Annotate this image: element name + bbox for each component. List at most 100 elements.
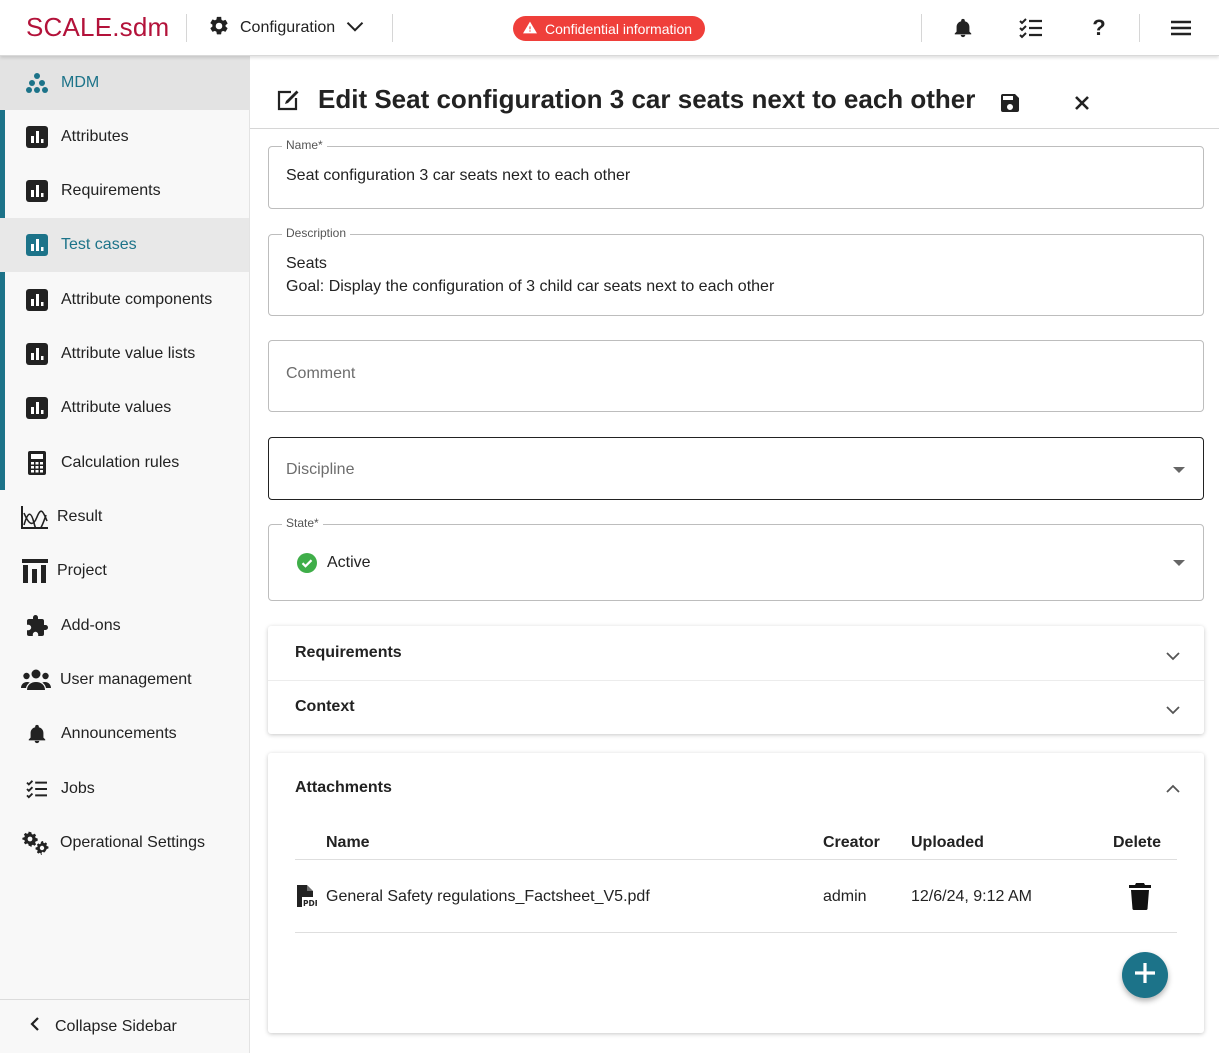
column-header-name[interactable]: Name: [326, 834, 370, 852]
bell-icon: [25, 722, 49, 746]
divider: [186, 14, 187, 42]
comment-placeholder: Comment: [286, 365, 356, 382]
requirements-section-header[interactable]: Requirements: [268, 626, 1204, 680]
sidebar-item-label: Attribute components: [61, 291, 213, 308]
sidebar-item-attributes[interactable]: Attributes: [0, 110, 249, 164]
sidebar-item-calculation-rules[interactable]: Calculation rules: [0, 436, 249, 490]
plus-icon: [1133, 961, 1157, 990]
top-bar: SCALE.sdm Configuration Confidential inf…: [0, 0, 1219, 56]
svg-text:PDF: PDF: [303, 899, 317, 907]
sidebar-item-label: User management: [60, 671, 192, 688]
page-header: Edit Seat configuration 3 car seats next…: [250, 56, 1219, 129]
sidebar-item-label: Project: [57, 562, 107, 579]
discipline-select[interactable]: Discipline: [268, 437, 1204, 500]
columns-chart-icon: [21, 559, 49, 583]
sidebar-item-requirements[interactable]: Requirements: [0, 164, 249, 218]
help-icon[interactable]: ?: [1087, 15, 1111, 40]
sidebar-item-mdm[interactable]: MDM: [0, 56, 249, 110]
calculator-icon: [25, 451, 49, 475]
configuration-menu-button[interactable]: Configuration: [208, 14, 365, 42]
sidebar-item-label: Announcements: [61, 725, 177, 742]
confidential-badge: Confidential information: [513, 16, 706, 41]
column-header-delete: Delete: [1113, 834, 1162, 851]
name-field-label: Name*: [282, 138, 327, 152]
sidebar-item-label: Operational Settings: [60, 834, 205, 851]
column-header-uploaded[interactable]: Uploaded: [911, 834, 984, 852]
sidebar-item-label: Test cases: [61, 236, 137, 253]
sidebar-item-attribute-value-lists[interactable]: Attribute value lists: [0, 327, 249, 381]
close-icon[interactable]: [1073, 94, 1091, 117]
attachment-uploaded: 12/6/24, 9:12 AM: [911, 888, 1032, 905]
description-field[interactable]: Description Seats Goal: Display the conf…: [268, 226, 1204, 316]
attachments-section-header[interactable]: Attachments: [268, 761, 1204, 815]
sidebar-item-label: Result: [57, 508, 103, 525]
section-title: Requirements: [295, 644, 402, 661]
chevron-down-icon: [1166, 648, 1180, 666]
sidebar-item-label: Requirements: [61, 182, 161, 199]
sidebar-item-announcements[interactable]: Announcements: [0, 707, 249, 761]
table-row-divider: [295, 932, 1177, 933]
chevron-up-icon: [1166, 781, 1180, 799]
sidebar-item-attribute-values[interactable]: Attribute values: [0, 381, 249, 435]
sidebar-item-operational-settings[interactable]: Operational Settings: [0, 816, 249, 870]
bar-chart-icon: [25, 396, 49, 420]
sidebar-item-add-ons[interactable]: Add-ons: [0, 599, 249, 653]
trash-icon[interactable]: [1129, 883, 1151, 915]
save-icon[interactable]: [1000, 93, 1020, 118]
bar-chart-icon: [25, 342, 49, 366]
chevron-down-icon: [1166, 702, 1180, 720]
column-header-creator[interactable]: Creator: [823, 834, 880, 852]
sidebar-item-label: MDM: [61, 74, 100, 91]
divider: [921, 14, 922, 42]
description-line: Seats: [286, 255, 327, 272]
divider: [1139, 14, 1140, 42]
collapse-sidebar-button[interactable]: Collapse Sidebar: [0, 999, 249, 1053]
sidebar-item-jobs[interactable]: Jobs: [0, 762, 249, 816]
sidebar-item-result[interactable]: Result: [0, 490, 249, 544]
sidebar-item-label: Calculation rules: [61, 454, 180, 471]
checklist-icon[interactable]: [1019, 16, 1043, 40]
bar-chart-icon: [25, 288, 49, 312]
sections-card: Requirements Context: [268, 626, 1204, 734]
state-value: Active: [327, 554, 371, 571]
sidebar-item-attribute-components[interactable]: Attribute components: [0, 273, 249, 327]
page-title: Edit Seat configuration 3 car seats next…: [318, 84, 976, 114]
chevron-left-icon: [29, 1016, 41, 1037]
sidebar-item-user-management[interactable]: User management: [0, 653, 249, 707]
warning-icon: [523, 21, 545, 37]
hamburger-menu-icon[interactable]: [1169, 16, 1193, 40]
waveform-icon: [21, 505, 49, 529]
users-icon: [21, 668, 51, 692]
add-attachment-button[interactable]: [1122, 952, 1168, 998]
pdf-file-icon: PDF: [295, 885, 320, 912]
state-select[interactable]: State* Active: [268, 516, 1204, 601]
collapse-sidebar-label: Collapse Sidebar: [55, 1017, 177, 1035]
description-line: Goal: Display the configuration of 3 chi…: [286, 278, 775, 295]
bar-chart-icon: [25, 233, 49, 257]
context-section-header[interactable]: Context: [268, 680, 1204, 734]
name-field-value: Seat configuration 3 car seats next to e…: [286, 167, 631, 184]
name-field[interactable]: Name* Seat configuration 3 car seats nex…: [268, 138, 1204, 209]
configuration-label: Configuration: [240, 19, 336, 36]
hierarchy-icon: [25, 71, 49, 95]
dropdown-arrow-icon: [1173, 467, 1185, 473]
sidebar-item-label: Attributes: [61, 128, 129, 145]
bell-icon[interactable]: [951, 16, 975, 40]
checklist-icon: [25, 777, 49, 801]
sidebar-item-label: Attribute value lists: [61, 345, 196, 362]
edit-icon: [276, 89, 300, 116]
sidebar-item-test-cases[interactable]: Test cases: [0, 218, 249, 272]
bar-chart-icon: [25, 179, 49, 203]
puzzle-icon: [25, 614, 49, 638]
comment-field[interactable]: Comment: [268, 340, 1204, 412]
sidebar-item-project[interactable]: Project: [0, 544, 249, 598]
bar-chart-icon: [25, 125, 49, 149]
dropdown-arrow-icon: [1173, 560, 1185, 566]
app-logo[interactable]: SCALE.sdm: [26, 12, 169, 43]
state-field-label: State*: [282, 516, 323, 530]
sidebar-item-label: Jobs: [61, 780, 95, 797]
badge-text: Confidential information: [545, 20, 693, 37]
sidebar-item-label: Add-ons: [61, 617, 121, 634]
check-circle-icon: [297, 553, 317, 578]
attachment-name-link[interactable]: General Safety regulations_Factsheet_V5.…: [326, 888, 650, 906]
